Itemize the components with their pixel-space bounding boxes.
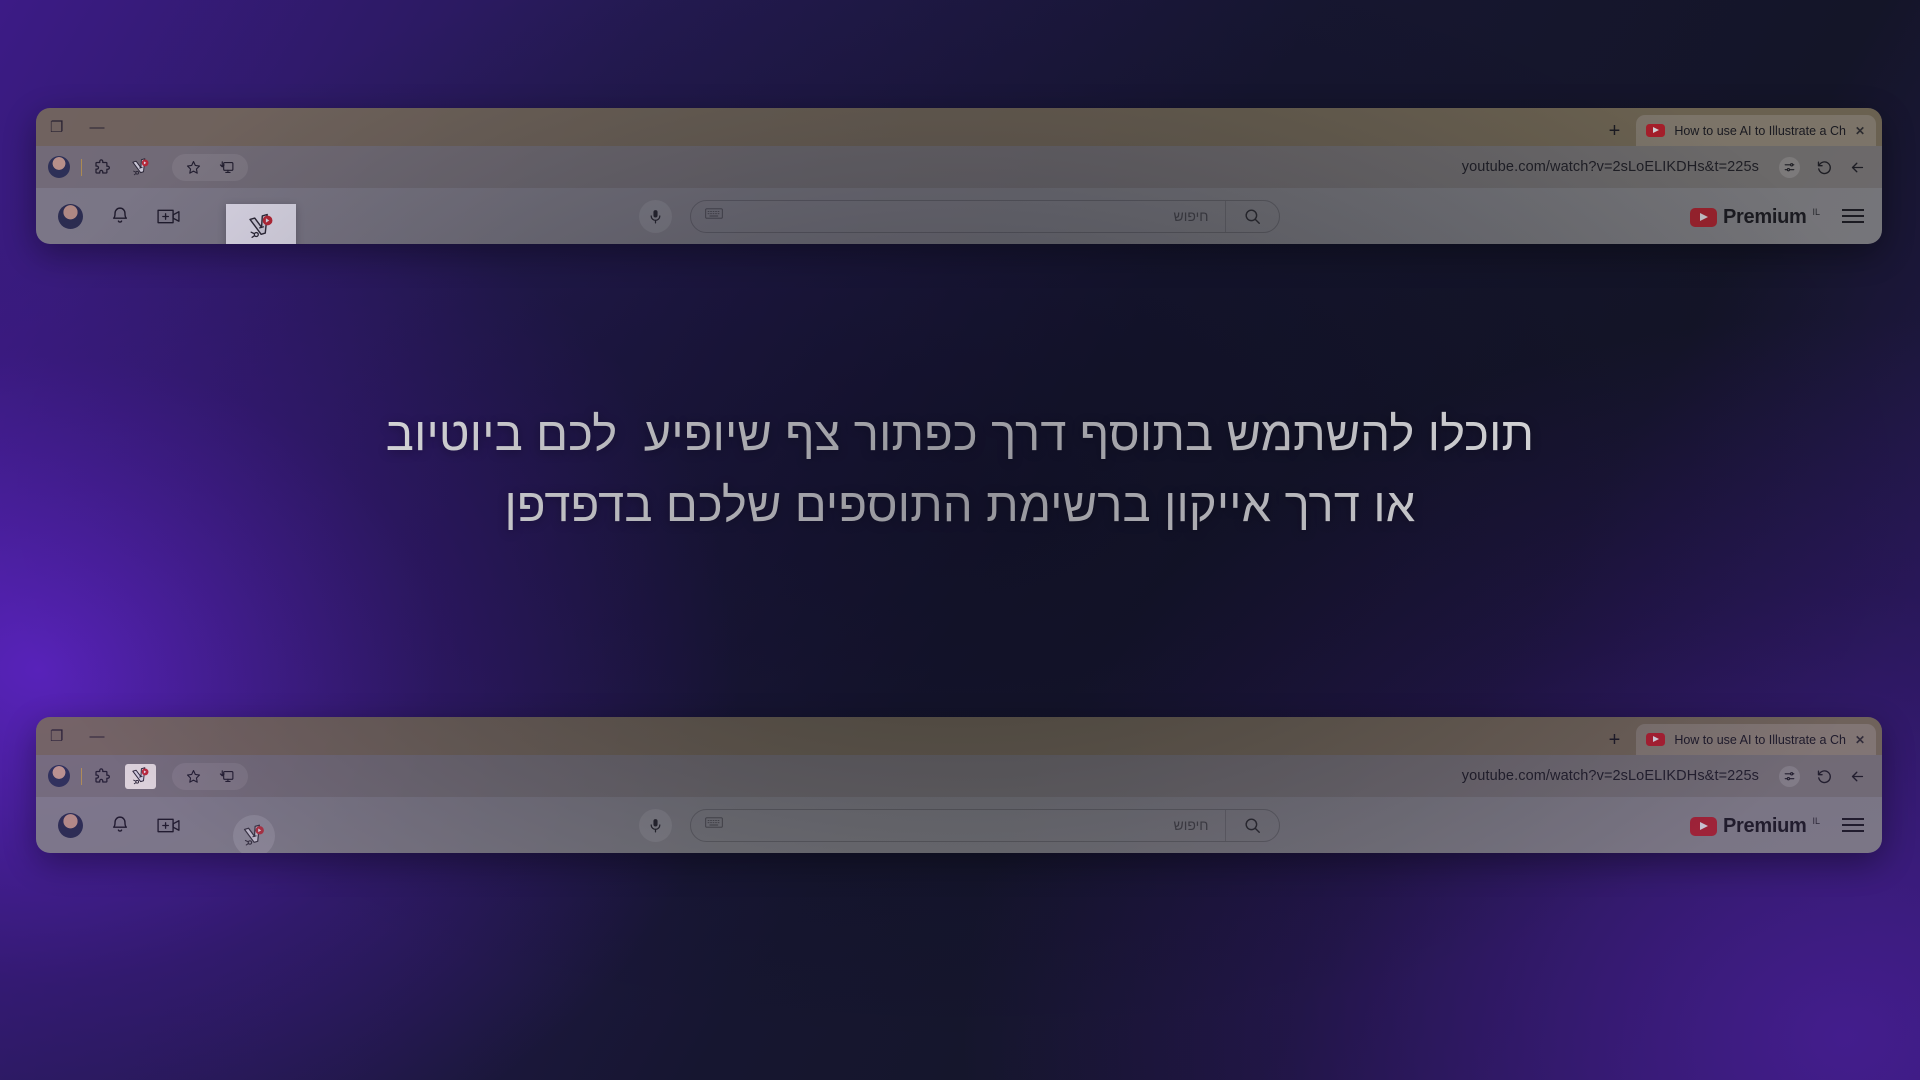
close-tab-icon[interactable]: ✕ xyxy=(1855,733,1865,747)
toolbar-divider xyxy=(81,767,82,785)
create-video-icon[interactable] xyxy=(157,207,182,226)
youtube-header-left xyxy=(58,812,182,838)
extensions-puzzle-icon[interactable] xyxy=(93,767,111,785)
bookmark-star-icon[interactable] xyxy=(185,159,202,176)
bookmark-star-icon[interactable] xyxy=(185,768,202,785)
extension-logo-icon xyxy=(241,823,267,849)
youtube-search-area: חיפוש xyxy=(36,199,1882,233)
restore-window-icon[interactable]: ❐ xyxy=(50,120,63,135)
close-tab-icon[interactable]: ✕ xyxy=(1855,124,1865,138)
new-tab-button[interactable]: + xyxy=(1593,120,1637,146)
youtube-play-icon xyxy=(1689,816,1717,836)
headline-line-1: תוכלו להשתמש בתוסף דרך כפתור צף שיופיע ל… xyxy=(385,407,1535,460)
address-bar-url[interactable]: youtube.com/watch?v=2sLoELIKDHs&t=225s xyxy=(1462,159,1759,175)
toolbar-divider xyxy=(81,158,82,176)
search-placeholder: חיפוש xyxy=(1173,208,1209,224)
channel-avatar[interactable] xyxy=(58,812,83,838)
tab-strip: ❐ — How to use AI to Illustrate a Ch ✕ + xyxy=(36,717,1882,755)
floating-extension-button[interactable] xyxy=(233,815,275,853)
search-box[interactable]: חיפוש xyxy=(689,808,1280,842)
reload-button[interactable] xyxy=(1816,768,1833,785)
minimize-window-icon[interactable]: — xyxy=(89,729,104,744)
keyboard-icon[interactable] xyxy=(704,816,723,834)
restore-window-icon[interactable]: ❐ xyxy=(50,729,63,744)
search-input[interactable]: חיפוש xyxy=(691,201,1225,232)
install-app-icon[interactable] xyxy=(218,159,235,176)
youtube-search-area: חיפוש xyxy=(36,808,1882,842)
minimize-window-icon[interactable]: — xyxy=(89,120,104,135)
browser-tab[interactable]: How to use AI to Illustrate a Ch ✕ xyxy=(1636,724,1876,755)
search-placeholder: חיפוש xyxy=(1173,817,1209,833)
bell-icon[interactable] xyxy=(109,205,131,227)
extensions-puzzle-icon[interactable] xyxy=(93,158,111,176)
browser-toolbar: youtube.com/watch?v=2sLoELIKDHs&t=225s xyxy=(36,755,1882,797)
search-wrapper: חיפוש xyxy=(638,808,1280,842)
channel-avatar[interactable] xyxy=(58,203,83,229)
youtube-favicon-icon xyxy=(1646,732,1666,747)
reload-button[interactable] xyxy=(1816,159,1833,176)
profile-avatar-icon[interactable] xyxy=(48,765,70,787)
youtube-premium-logo[interactable]: Premium IL xyxy=(1689,814,1820,837)
new-tab-button[interactable]: + xyxy=(1593,729,1637,755)
youtube-header-right: Premium IL xyxy=(1689,814,1864,837)
toolbar-left-group xyxy=(48,153,248,181)
toolbar-action-pill xyxy=(172,762,248,790)
address-bar-url[interactable]: youtube.com/watch?v=2sLoELIKDHs&t=225s xyxy=(1462,768,1759,784)
profile-avatar-icon[interactable] xyxy=(48,156,70,178)
extension-popup-card[interactable] xyxy=(226,204,296,244)
voice-search-button[interactable] xyxy=(638,199,672,233)
premium-region-label: IL xyxy=(1812,815,1820,826)
browser-toolbar: youtube.com/watch?v=2sLoELIKDHs&t=225s xyxy=(36,146,1882,188)
youtube-header-left xyxy=(58,203,182,229)
toolbar-navigation-group: youtube.com/watch?v=2sLoELIKDHs&t=225s xyxy=(1452,156,1866,178)
premium-label: Premium xyxy=(1722,205,1807,228)
extension-logo-icon xyxy=(130,766,151,787)
hamburger-menu-icon[interactable] xyxy=(1842,209,1864,223)
youtube-premium-logo[interactable]: Premium IL xyxy=(1689,205,1820,228)
pinned-extension-button[interactable] xyxy=(125,155,156,180)
search-input[interactable]: חיפוש xyxy=(691,810,1225,841)
hamburger-menu-icon[interactable] xyxy=(1842,818,1864,832)
extension-logo-icon xyxy=(246,212,276,242)
voice-search-button[interactable] xyxy=(638,808,672,842)
tab-title: How to use AI to Illustrate a Ch xyxy=(1674,123,1846,138)
site-settings-icon[interactable] xyxy=(1779,156,1800,178)
toolbar-action-pill xyxy=(172,153,248,181)
pinned-extension-button[interactable] xyxy=(125,763,156,789)
search-submit-button[interactable] xyxy=(1224,809,1279,841)
window-controls: ❐ — xyxy=(50,108,104,146)
bell-icon[interactable] xyxy=(109,814,131,836)
youtube-header: חיפוש Premium IL xyxy=(36,188,1882,244)
browser-window-bottom: ❐ — How to use AI to Illustrate a Ch ✕ + xyxy=(36,717,1882,853)
search-submit-button[interactable] xyxy=(1224,200,1279,232)
youtube-header: חיפוש Premium IL xyxy=(36,797,1882,853)
keyboard-icon[interactable] xyxy=(704,207,723,225)
extension-logo-icon xyxy=(130,157,151,178)
youtube-favicon-icon xyxy=(1646,123,1666,138)
youtube-play-icon xyxy=(1689,207,1717,227)
tab-strip: ❐ — How to use AI to Illustrate a Ch ✕ + xyxy=(36,108,1882,146)
window-controls: ❐ — xyxy=(50,717,104,755)
slide-canvas: ❐ — How to use AI to Illustrate a Ch ✕ + xyxy=(0,0,1920,1080)
youtube-header-right: Premium IL xyxy=(1689,205,1864,228)
toolbar-navigation-group: youtube.com/watch?v=2sLoELIKDHs&t=225s xyxy=(1452,765,1866,787)
browser-window-top: ❐ — How to use AI to Illustrate a Ch ✕ + xyxy=(36,108,1882,244)
slide-headline: תוכלו להשתמש בתוסף דרך כפתור צף שיופיע ל… xyxy=(0,398,1920,541)
create-video-icon[interactable] xyxy=(157,816,182,835)
back-button[interactable] xyxy=(1849,159,1866,176)
back-button[interactable] xyxy=(1849,768,1866,785)
search-wrapper: חיפוש xyxy=(638,199,1280,233)
premium-label: Premium xyxy=(1722,814,1807,837)
tab-title: How to use AI to Illustrate a Ch xyxy=(1674,732,1846,747)
search-box[interactable]: חיפוש xyxy=(689,199,1280,233)
browser-tab[interactable]: How to use AI to Illustrate a Ch ✕ xyxy=(1636,115,1876,146)
premium-region-label: IL xyxy=(1812,206,1820,217)
install-app-icon[interactable] xyxy=(218,768,235,785)
headline-line-2: או דרך אייקון ברשימת התוספים שלכם בדפדפן xyxy=(504,478,1416,532)
toolbar-left-group xyxy=(48,762,248,790)
site-settings-icon[interactable] xyxy=(1779,765,1800,787)
